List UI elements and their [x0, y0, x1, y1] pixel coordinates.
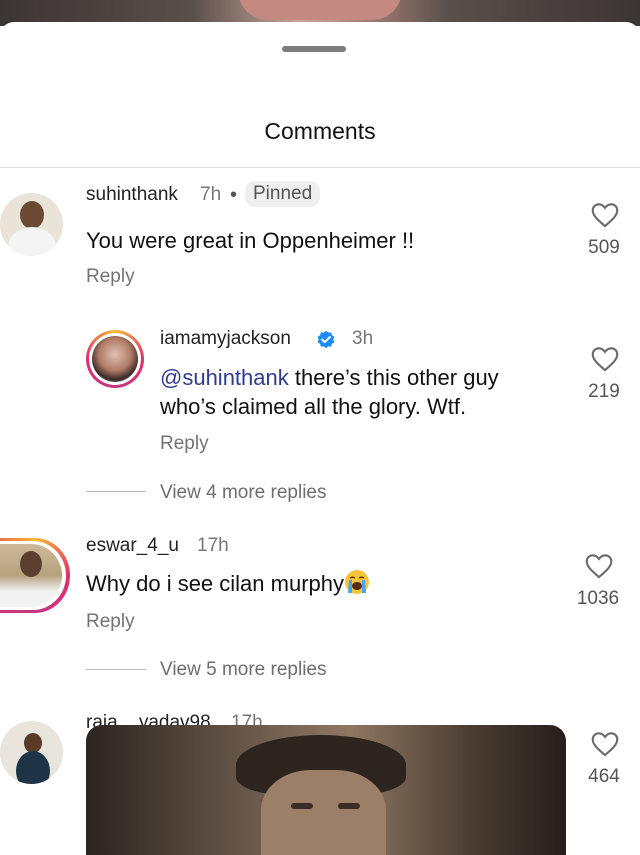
- comment-username[interactable]: suhinthank: [86, 184, 178, 206]
- avatar[interactable]: [0, 193, 63, 256]
- view-more-replies-button[interactable]: View 4 more replies: [160, 482, 327, 504]
- view-more-replies-button[interactable]: View 5 more replies: [160, 659, 327, 681]
- heart-icon[interactable]: [585, 553, 613, 579]
- divider: [0, 167, 640, 168]
- separator-dot: •: [230, 184, 238, 206]
- sheet-title: Comments: [264, 118, 376, 144]
- reply-button[interactable]: Reply: [160, 433, 209, 455]
- view-more-line: [86, 491, 146, 492]
- avatar[interactable]: [0, 721, 63, 784]
- reply-button[interactable]: Reply: [86, 266, 135, 288]
- verified-badge-icon: [317, 330, 335, 349]
- pinned-badge: Pinned: [245, 181, 321, 207]
- reply-button[interactable]: Reply: [86, 611, 135, 633]
- like-count: 509: [588, 237, 620, 258]
- mention-link[interactable]: @suhinthank: [160, 365, 289, 390]
- like-count: 219: [588, 381, 620, 402]
- like-count: 1036: [576, 588, 620, 609]
- comment-text: Why do i see cilan murphy: [86, 569, 370, 598]
- heart-icon[interactable]: [591, 346, 619, 372]
- reply-username[interactable]: iamamyjackson: [160, 328, 291, 350]
- loudly-crying-face-icon: [345, 570, 369, 594]
- reply-text: @suhinthank there’s this other guy who’s…: [160, 363, 560, 421]
- reply-time: 3h: [352, 328, 374, 349]
- heart-icon[interactable]: [591, 202, 619, 228]
- drag-handle[interactable]: [282, 46, 346, 52]
- comment-image-attachment[interactable]: [86, 725, 566, 855]
- like-count: 464: [588, 766, 620, 787]
- heart-icon[interactable]: [591, 731, 619, 757]
- comment-time: 7h: [200, 184, 222, 205]
- view-more-line: [86, 669, 146, 670]
- avatar[interactable]: [0, 538, 70, 613]
- comment-username[interactable]: eswar_4_u: [86, 535, 179, 557]
- comment-time: 17h: [197, 535, 229, 556]
- avatar[interactable]: [86, 330, 144, 388]
- comment-text: You were great in Oppenheimer !!: [86, 228, 415, 253]
